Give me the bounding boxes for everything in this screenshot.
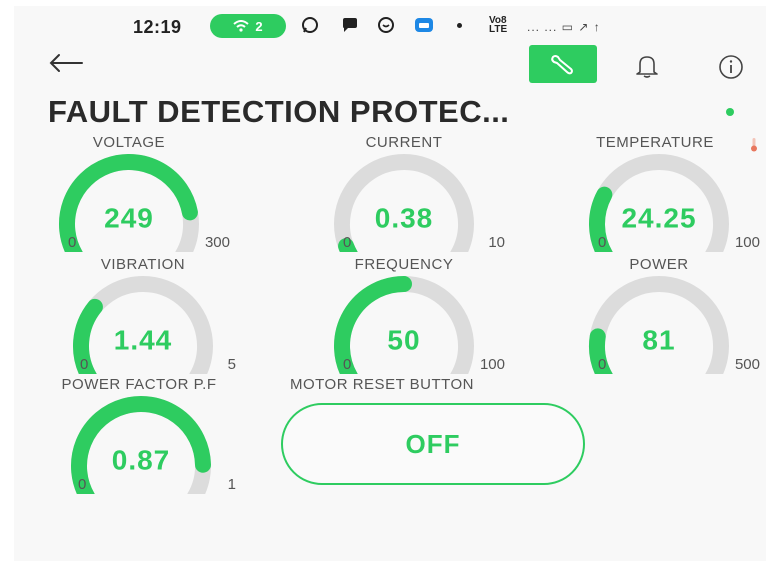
gauge-max: 5	[227, 356, 236, 373]
info-icon	[719, 55, 743, 79]
gauge-dial: 50	[334, 276, 474, 374]
gauge-max: 100	[734, 234, 760, 251]
gauge-value: 1.44	[114, 324, 173, 355]
page-title: FAULT DETECTION PROTEC...	[48, 94, 510, 129]
gauge-label: VIBRATION	[100, 256, 186, 273]
gauge-value: 0.87	[112, 444, 171, 475]
gauge-min: 0	[68, 234, 77, 251]
gauge-value: 81	[642, 324, 675, 355]
gauge-value: 50	[387, 324, 420, 355]
gauge-widget-frequency: FREQUENCY 50 0 100	[289, 256, 519, 376]
motor-reset-label: MOTOR RESET BUTTON	[290, 376, 475, 393]
network-type-label: Vo8 LTE	[489, 15, 508, 35]
gauge-dial: 249	[59, 153, 199, 252]
gauge-label: VOLTAGE	[92, 134, 166, 151]
settings-wrench-button[interactable]	[529, 45, 597, 83]
wifi-count: 2	[255, 18, 263, 34]
gauge-value: 249	[104, 202, 154, 233]
gauge-widget-power: POWER 81 0 500	[544, 256, 774, 376]
gauge-label: CURRENT	[365, 134, 443, 151]
thermometer-icon	[751, 138, 757, 152]
gauge-value: 24.25	[621, 202, 696, 233]
gauge-max: 300	[204, 234, 230, 251]
back-button[interactable]	[48, 52, 88, 76]
bell-icon	[636, 56, 658, 78]
motor-reset-button[interactable]: OFF	[281, 403, 585, 485]
message-icon	[340, 15, 360, 35]
gauge-label: FREQUENCY	[354, 256, 454, 273]
gauge-dial: 24.25	[589, 154, 729, 252]
gauge-widget-temperature: TEMPERATURE 24.25 0 100	[544, 134, 774, 254]
info-button[interactable]	[718, 54, 744, 80]
status-bar: 12:19 2 Vo8 LTE ... ... ▭ ↗ ↑	[0, 0, 778, 48]
gauge-widget-power-factor: POWER FACTOR P.F 0.87 0 1	[26, 376, 256, 496]
gauge-max: 100	[479, 356, 505, 373]
gauge-widget-voltage: VOLTAGE 249 0 300	[14, 134, 244, 254]
gauge-value: 0.38	[375, 202, 434, 233]
gauge-label: POWER FACTOR P.F	[61, 376, 217, 393]
gauge-dial: 0.38	[334, 154, 474, 252]
gauge-min: 0	[343, 356, 352, 373]
gauge-max: 500	[734, 356, 760, 373]
gauge-label: TEMPERATURE	[596, 134, 714, 151]
gauge-max: 1	[227, 476, 236, 493]
online-status-dot	[726, 108, 734, 116]
gauge-min: 0	[80, 356, 89, 373]
whatsapp-icon	[300, 15, 320, 35]
wrench-icon	[551, 55, 573, 75]
motor-reset-state: OFF	[405, 428, 461, 459]
gauge-min: 0	[598, 234, 607, 251]
status-trail-icons: ... ... ▭ ↗ ↑	[527, 20, 601, 34]
wifi-pill: 2	[210, 14, 286, 38]
notifications-button[interactable]	[633, 53, 661, 79]
app-notification-icon	[414, 15, 434, 35]
wifi-icon	[233, 20, 250, 32]
gauge-widget-current: CURRENT 0.38 0 10	[289, 134, 519, 254]
gauge-widget-vibration: VIBRATION 1.44 0 5	[28, 256, 258, 376]
gauge-label: POWER	[629, 256, 689, 273]
gauge-dial: 81	[589, 276, 729, 374]
whatsapp-business-icon	[376, 15, 396, 35]
gauge-max: 10	[488, 234, 505, 251]
gauge-min: 0	[598, 356, 607, 373]
gauge-min: 0	[78, 476, 87, 493]
arrow-left-icon	[49, 54, 83, 72]
notification-dot	[457, 23, 462, 28]
gauge-min: 0	[343, 234, 352, 251]
status-time: 12:19	[133, 17, 182, 37]
